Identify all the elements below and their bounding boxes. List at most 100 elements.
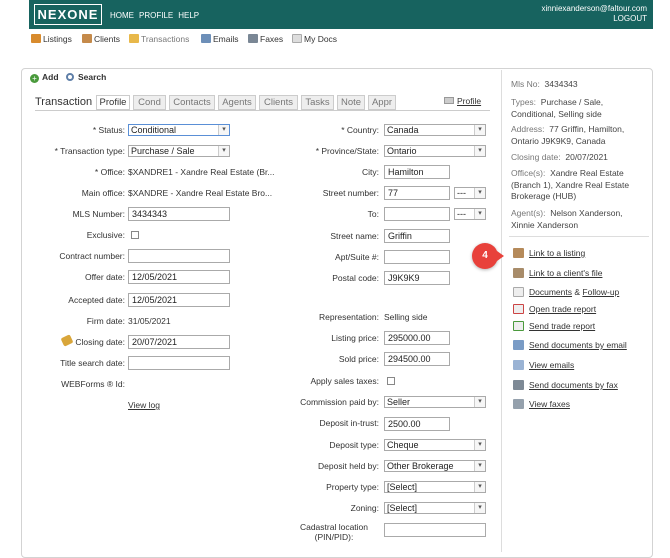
summary-mls-value: 3434343 (544, 79, 578, 89)
offer-date-input[interactable]: 12/05/2021 (128, 270, 230, 284)
documents-action[interactable]: Documents & Follow-up (513, 287, 619, 297)
salestax-label: Apply sales taxes: (310, 376, 379, 386)
zoning-value: [Select] (387, 503, 418, 513)
city-input[interactable]: Hamilton (384, 165, 450, 179)
chevron-down-icon: ▾ (474, 482, 485, 492)
link-listing-action[interactable]: Link to a listing (513, 248, 585, 258)
to-suffix-value: --- (457, 209, 466, 219)
summary-offices-value1: Xandre Real Estate (550, 168, 624, 178)
accepted-date-input[interactable]: 12/05/2021 (128, 293, 230, 307)
profile-print-link[interactable]: Profile (444, 96, 481, 106)
tab-contacts[interactable]: Contacts (169, 95, 215, 110)
nav-clients[interactable]: Clients (82, 34, 120, 44)
send-email-action[interactable]: Send documents by email (513, 340, 627, 350)
to-input[interactable] (384, 207, 450, 221)
to-label: To: (367, 209, 379, 219)
nav-mydocs[interactable]: My Docs (292, 34, 337, 44)
search-button[interactable]: Search (66, 72, 106, 82)
province-select[interactable]: Ontario ▾ (384, 145, 486, 157)
summary-address: Address: 77 Griffin, Hamilton, Ontario J9… (511, 124, 624, 147)
plus-icon: + (30, 74, 39, 83)
title-search-label: Title search date: (60, 358, 125, 368)
view-faxes-label: View faxes (529, 399, 570, 409)
nav-listings[interactable]: Listings (31, 34, 72, 44)
nav-help[interactable]: HELP (178, 11, 199, 20)
status-value: Conditional (131, 125, 177, 135)
documents-label[interactable]: Documents (529, 287, 572, 297)
ttype-label: * Transaction type: (54, 146, 125, 156)
chevron-down-icon: ▾ (474, 125, 485, 135)
commission-select[interactable]: Seller ▾ (384, 396, 486, 408)
profile-link-label: Profile (457, 96, 482, 106)
tab-agents[interactable]: Agents (218, 95, 256, 110)
chevron-down-icon: ▾ (218, 125, 229, 135)
apt-input[interactable] (384, 250, 450, 264)
proptype-select[interactable]: [Select] ▾ (384, 481, 486, 493)
streetname-input[interactable]: Griffin (384, 229, 450, 243)
link-client-action[interactable]: Link to a client's file (513, 268, 602, 278)
tab-tasks[interactable]: Tasks (301, 95, 334, 110)
postal-input[interactable]: J9K9K9 (384, 271, 450, 285)
nav-emails[interactable]: Emails (201, 34, 239, 44)
salestax-checkbox[interactable] (387, 377, 395, 385)
country-select[interactable]: Canada ▾ (384, 124, 486, 136)
open-trade-action[interactable]: Open trade report (513, 304, 596, 314)
to-suffix-select[interactable]: --- ▾ (454, 208, 486, 220)
contract-input[interactable] (128, 249, 230, 263)
view-faxes-action[interactable]: View faxes (513, 399, 570, 409)
chevron-down-icon: ▾ (474, 397, 485, 407)
proptype-value: [Select] (387, 482, 418, 492)
firm-date-value: 31/05/2021 (128, 316, 171, 326)
tab-underline (35, 110, 490, 111)
summary-closing-label: Closing date: (511, 152, 561, 162)
tab-clients[interactable]: Clients (259, 95, 298, 110)
envelope-view-icon (513, 360, 524, 370)
deptype-select[interactable]: Cheque ▾ (384, 439, 486, 451)
soldprice-input[interactable]: 294500.00 (384, 352, 450, 366)
mainoffice-label: Main office: (81, 188, 125, 198)
streetnum-input[interactable]: 77 (384, 186, 450, 200)
streetnum-suffix-select[interactable]: --- ▾ (454, 187, 486, 199)
exclusive-checkbox[interactable] (131, 231, 139, 239)
listprice-input[interactable]: 295000.00 (384, 331, 450, 345)
view-emails-action[interactable]: View emails (513, 360, 574, 370)
add-button[interactable]: + Add (30, 72, 59, 83)
transaction-title: Transaction (35, 96, 93, 108)
nexone-logo[interactable]: NEXONE (34, 4, 102, 25)
nav-faxes[interactable]: Faxes (248, 34, 283, 44)
summary-agents-value2: Xinnie Xanderson (511, 219, 579, 230)
status-select[interactable]: Conditional ▾ (128, 124, 230, 136)
tab-profile[interactable]: Profile (96, 95, 130, 110)
cadastral-input[interactable] (384, 523, 486, 537)
tab-note[interactable]: Note (337, 95, 365, 110)
closing-date-input[interactable]: 20/07/2021 (128, 335, 230, 349)
zoning-select[interactable]: [Select] ▾ (384, 502, 486, 514)
view-log-link[interactable]: View log (128, 400, 160, 410)
logout-link[interactable]: LOGOUT (541, 14, 647, 24)
user-email: xinniexanderson@faltour.com (541, 4, 647, 13)
listprice-label: Listing price: (331, 333, 379, 343)
deptype-label: Deposit type: (329, 440, 379, 450)
followup-label[interactable]: Follow-up (582, 287, 619, 297)
nav-profile[interactable]: PROFILE (139, 11, 173, 20)
office-label: * Office: (94, 167, 125, 177)
open-trade-label: Open trade report (529, 304, 597, 314)
house-link-icon (513, 248, 524, 258)
chevron-down-icon: ▾ (474, 440, 485, 450)
deposit-input[interactable]: 2500.00 (384, 417, 450, 431)
summary-agents: Agent(s): Nelson Xanderson, Xinnie Xander… (511, 208, 623, 231)
depheld-label: Deposit held by: (318, 461, 379, 471)
summary-divider (509, 236, 649, 237)
mls-input[interactable]: 3434343 (128, 207, 230, 221)
ttype-select[interactable]: Purchase / Sale ▾ (128, 145, 230, 157)
send-trade-action[interactable]: Send trade report (513, 321, 595, 331)
postal-label: Postal code: (332, 273, 379, 283)
title-search-input[interactable] (128, 356, 230, 370)
tab-appr[interactable]: Appr (368, 95, 396, 110)
send-fax-action[interactable]: Send documents by fax (513, 380, 618, 390)
search-icon (66, 73, 74, 81)
nav-home[interactable]: HOME (110, 11, 134, 20)
depheld-select[interactable]: Other Brokerage ▾ (384, 460, 486, 472)
nav-transactions[interactable]: Transactions (129, 34, 189, 44)
tab-cond[interactable]: Cond (133, 95, 166, 110)
